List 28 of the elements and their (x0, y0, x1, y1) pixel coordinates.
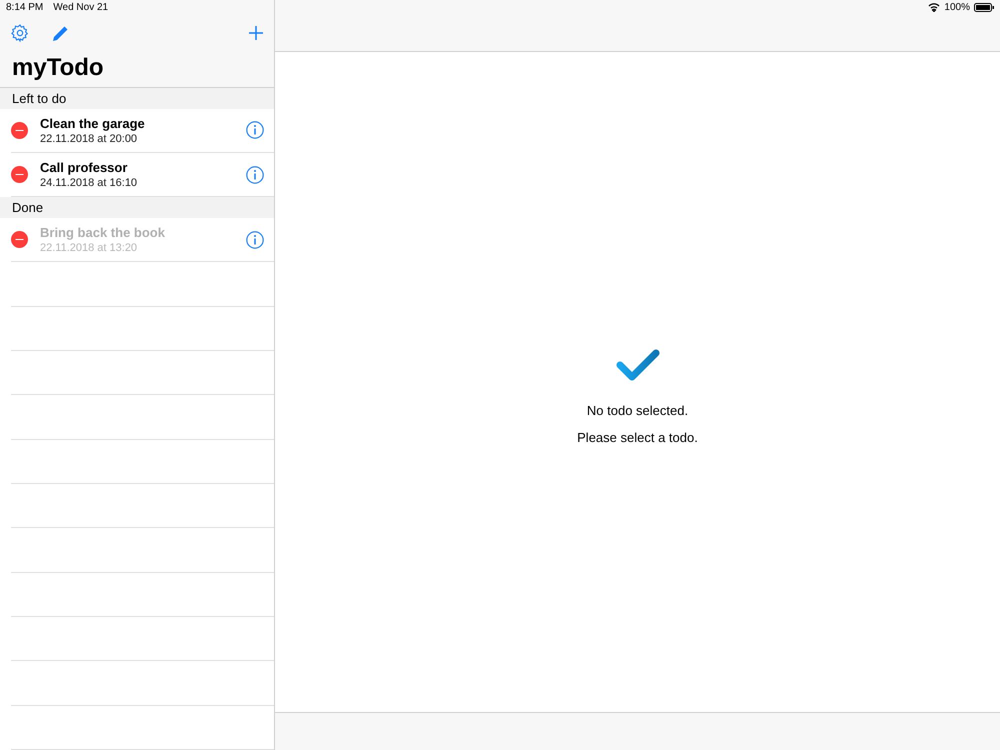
add-button[interactable] (248, 25, 264, 41)
settings-icon (10, 23, 30, 43)
delete-icon[interactable] (11, 231, 28, 248)
empty-message: No todo selected. (586, 403, 688, 418)
empty-hint: Please select a todo. (577, 430, 698, 445)
todo-row[interactable]: Clean the garage 22.11.2018 at 20:00 (11, 108, 274, 153)
settings-button[interactable] (10, 23, 30, 43)
todo-date: 24.11.2018 at 16:10 (40, 177, 138, 190)
todo-title: Call professor (40, 160, 128, 176)
info-icon[interactable] (246, 166, 264, 184)
battery-percentage: 100% (944, 2, 970, 12)
todo-title: Clean the garage (40, 116, 146, 131)
section-header: Left to do (0, 88, 274, 109)
wifi-icon (928, 2, 940, 12)
battery-icon (974, 2, 994, 12)
app-title: myTodo (11, 54, 105, 82)
section-header: Done (0, 197, 274, 218)
status-date: Wed Nov 21 (53, 2, 108, 12)
status-time: 8:14 PM (6, 2, 44, 12)
info-icon[interactable] (246, 121, 264, 140)
delete-icon[interactable] (11, 166, 28, 184)
todo-date: 22.11.2018 at 13:20 (40, 242, 138, 254)
plus-icon (248, 25, 264, 41)
todo-date: 22.11.2018 at 20:00 (40, 132, 138, 145)
checkmark-icon (616, 349, 660, 383)
todo-title: Bring back the book (40, 225, 166, 240)
delete-icon[interactable] (11, 122, 28, 139)
info-icon[interactable] (246, 230, 264, 249)
